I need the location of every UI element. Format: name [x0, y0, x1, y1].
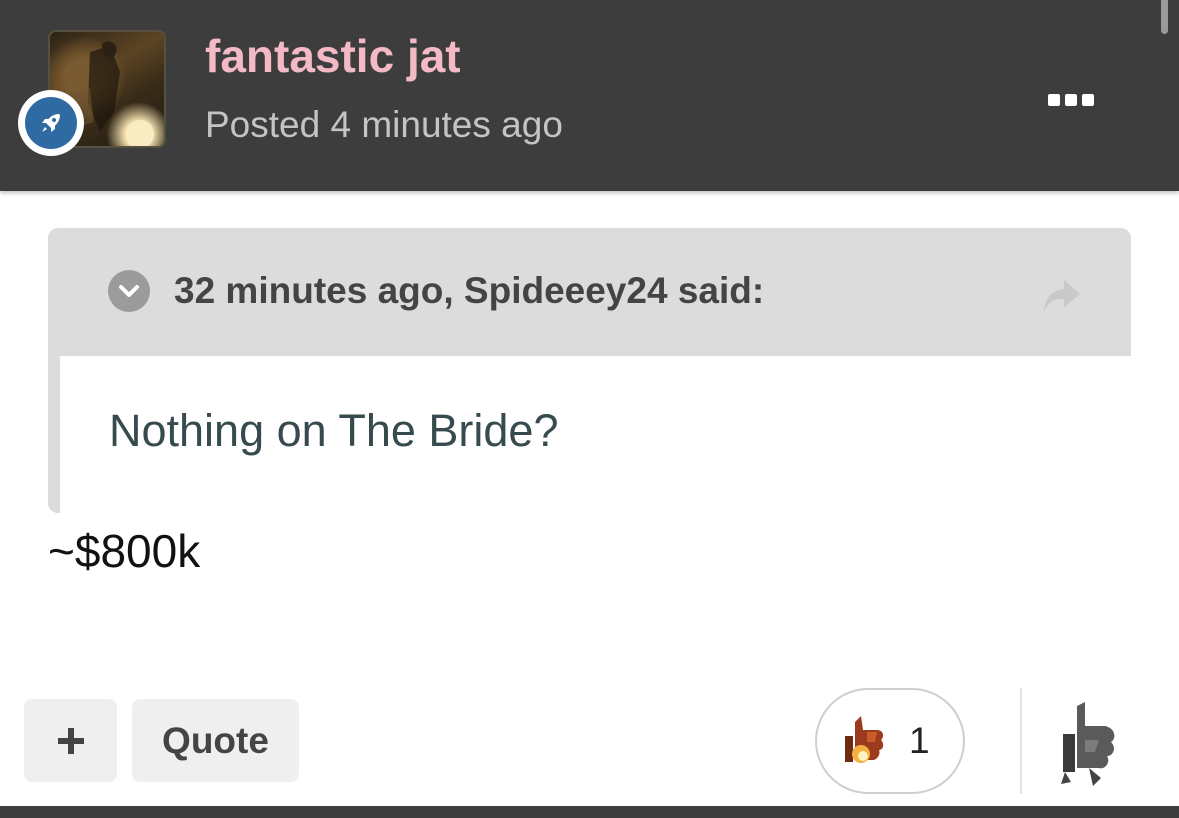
quote-block: 32 minutes ago, Spideeey24 said: Nothing…: [48, 228, 1131, 513]
share-arrow-icon[interactable]: [1040, 276, 1084, 316]
rank-badge: [18, 90, 84, 156]
chevron-down-icon: [119, 285, 139, 297]
rocket-icon: [42, 114, 60, 132]
quote-text: Nothing on The Bride?: [109, 405, 559, 456]
divider: [1020, 688, 1022, 794]
bottom-bar: [0, 806, 1179, 818]
quote-citation[interactable]: 32 minutes ago, Spideeey24 said:: [174, 268, 764, 314]
plus-icon: [57, 727, 84, 754]
more-options-button[interactable]: [1040, 86, 1102, 114]
reaction-count: 1: [909, 720, 930, 761]
quote-button[interactable]: Quote: [132, 699, 299, 782]
post-content: ~$800k: [48, 525, 201, 577]
multiquote-button[interactable]: [24, 699, 117, 782]
post-timestamp[interactable]: Posted 4 minutes ago: [205, 102, 563, 148]
quote-header: 32 minutes ago, Spideeey24 said:: [60, 228, 1131, 356]
thumbs-up-icon: [845, 716, 884, 763]
thumbs-up-icon: [1061, 702, 1115, 786]
reaction-summary[interactable]: 1: [815, 688, 965, 794]
scrollbar[interactable]: [1161, 0, 1168, 34]
author-username[interactable]: fantastic jat: [205, 30, 461, 82]
ellipsis-icon: [1048, 94, 1060, 106]
post-header: fantastic jat Posted 4 minutes ago: [0, 0, 1179, 191]
quote-toggle-button[interactable]: [108, 270, 150, 312]
react-button[interactable]: [1055, 700, 1125, 788]
